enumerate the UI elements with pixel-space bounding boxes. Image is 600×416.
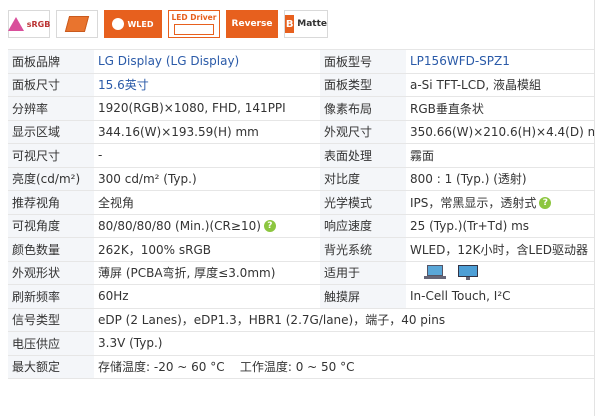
table-row: 面板品牌 LG Display (LG Display) 面板型号 LP156W… xyxy=(8,49,594,73)
spec-key: 面板型号 xyxy=(320,49,406,73)
srgb-badge: sRGB xyxy=(7,10,50,38)
spec-value: - xyxy=(94,143,320,167)
spec-value: 344.16(W)×193.59(H) mm xyxy=(94,119,320,144)
panel-size-link[interactable]: 15.6英寸 xyxy=(94,72,320,97)
panel-flip-icon xyxy=(64,16,90,32)
led-driver-badge: LED Driver xyxy=(168,10,220,38)
spec-value: 3.3V (Typ.) xyxy=(94,331,594,355)
help-icon[interactable]: ? xyxy=(539,197,552,210)
spec-value: 800 : 1 (Typ.) (透射) xyxy=(406,166,594,191)
spec-key: 亮度(cd/m²) xyxy=(8,166,94,191)
table-row: 推荐视角 全视角 光学模式 IPS，常黑显示，透射式? xyxy=(8,190,594,214)
spec-key: 触摸屏 xyxy=(320,284,406,308)
spec-key: 适用于 xyxy=(320,260,406,285)
color-gamut-icon xyxy=(7,17,24,31)
spec-page: sRGB WLED LED Driver Reverse B Matte 面板品… xyxy=(0,0,595,416)
table-row: 显示区域 344.16(W)×193.59(H) mm 外观尺寸 350.66(… xyxy=(8,119,594,144)
spec-value: 300 cd/m² (Typ.) xyxy=(94,166,320,191)
table-row: 面板尺寸 15.6英寸 面板类型 a-Si TFT-LCD, 液晶模組 xyxy=(8,72,594,97)
spec-value: 60Hz xyxy=(94,284,320,308)
spec-key: 背光系统 xyxy=(320,237,406,261)
reverse-badge: Reverse xyxy=(226,10,278,38)
spec-table: 面板品牌 LG Display (LG Display) 面板型号 LP156W… xyxy=(8,49,594,379)
table-row: 分辨率 1920(RGB)×1080, FHD, 141PPI 像素布局 RGB… xyxy=(8,96,594,120)
help-icon[interactable]: ? xyxy=(263,220,276,233)
flip-badge xyxy=(56,10,98,38)
spec-key: 最大额定 xyxy=(8,354,94,379)
spec-key: 刷新频率 xyxy=(8,284,94,308)
spec-value: 262K，100% sRGB xyxy=(94,237,320,261)
spec-key: 面板类型 xyxy=(320,72,406,97)
spec-key: 光学模式 xyxy=(320,190,406,214)
spec-value: 霧面 xyxy=(406,143,594,167)
spec-value: IPS，常黑显示，透射式 xyxy=(410,195,537,210)
spec-value: eDP (2 Lanes)，eDP1.3，HBR1 (2.7G/lane)，端子… xyxy=(94,307,594,332)
spec-value: 存储温度: -20 ~ 60 °C 工作温度: 0 ~ 50 °C xyxy=(94,354,594,379)
bulb-icon xyxy=(112,18,125,30)
panel-model-link[interactable]: LP156WFD-SPZ1 xyxy=(406,49,594,73)
spec-value: RGB垂直条状 xyxy=(406,96,594,120)
spec-key: 像素布局 xyxy=(320,96,406,120)
table-row: 刷新频率 60Hz 触摸屏 In-Cell Touch, I²C xyxy=(8,284,594,308)
spec-key: 面板尺寸 xyxy=(8,72,94,97)
spec-value: 1920(RGB)×1080, FHD, 141PPI xyxy=(94,96,320,120)
spec-key: 信号类型 xyxy=(8,307,94,332)
spec-key: 外观尺寸 xyxy=(320,119,406,144)
spec-key: 表面处理 xyxy=(320,143,406,167)
table-row: 颜色数量 262K，100% sRGB 背光系统 WLED，12K小时，含LED… xyxy=(8,237,594,261)
spec-key: 分辨率 xyxy=(8,96,94,120)
spec-key: 面板品牌 xyxy=(8,49,94,73)
table-row: 信号类型 eDP (2 Lanes)，eDP1.3，HBR1 (2.7G/lan… xyxy=(8,307,594,332)
table-row: 电压供应 3.3V (Typ.) xyxy=(8,331,594,355)
spec-key: 外观形状 xyxy=(8,260,94,285)
table-row: 可视尺寸 - 表面处理 霧面 xyxy=(8,143,594,167)
panel-brand-link[interactable]: LG Display (LG Display) xyxy=(94,49,320,73)
table-row: 亮度(cd/m²) 300 cd/m² (Typ.) 对比度 800 : 1 (… xyxy=(8,166,594,191)
spec-value: 80/80/80/80 (Min.)(CR≥10) xyxy=(98,218,261,233)
spec-key: 推荐视角 xyxy=(8,190,94,214)
feature-badges: sRGB WLED LED Driver Reverse B Matte xyxy=(7,10,328,38)
spec-value: a-Si TFT-LCD, 液晶模組 xyxy=(406,72,594,97)
table-row: 最大额定 存储温度: -20 ~ 60 °C 工作温度: 0 ~ 50 °C xyxy=(8,354,594,379)
spec-value-with-help: 80/80/80/80 (Min.)(CR≥10)? xyxy=(94,213,320,238)
all-in-one-pc-icon[interactable] xyxy=(457,264,478,281)
table-row: 外观形状 薄屏 (PCBA弯折, 厚度≤3.0mm) 适用于 xyxy=(8,260,594,285)
laptop-icon[interactable] xyxy=(424,265,446,280)
table-row: 可视角度 80/80/80/80 (Min.)(CR≥10)? 响应速度 25 … xyxy=(8,213,594,238)
driver-chip-icon xyxy=(174,24,214,35)
matte-b-icon: B xyxy=(285,15,295,33)
spec-key: 可视尺寸 xyxy=(8,143,94,167)
spec-value: 全视角 xyxy=(94,190,320,214)
spec-key: 可视角度 xyxy=(8,213,94,238)
applications-cell xyxy=(406,260,594,285)
matte-badge: B Matte xyxy=(284,10,328,38)
spec-key: 颜色数量 xyxy=(8,237,94,261)
spec-value: 薄屏 (PCBA弯折, 厚度≤3.0mm) xyxy=(94,260,320,285)
spec-key: 响应速度 xyxy=(320,213,406,238)
spec-key: 对比度 xyxy=(320,166,406,191)
spec-key: 显示区域 xyxy=(8,119,94,144)
spec-value: 350.66(W)×210.6(H)×4.4(D) mm xyxy=(406,119,594,144)
spec-key: 电压供应 xyxy=(8,331,94,355)
wled-badge: WLED xyxy=(104,10,162,38)
spec-value: 25 (Typ.)(Tr+Td) ms xyxy=(406,213,594,238)
spec-value: WLED，12K小时，含LED驱动器 xyxy=(406,237,594,261)
spec-value-with-help: IPS，常黑显示，透射式? xyxy=(406,190,594,214)
spec-value: In-Cell Touch, I²C xyxy=(406,284,594,308)
